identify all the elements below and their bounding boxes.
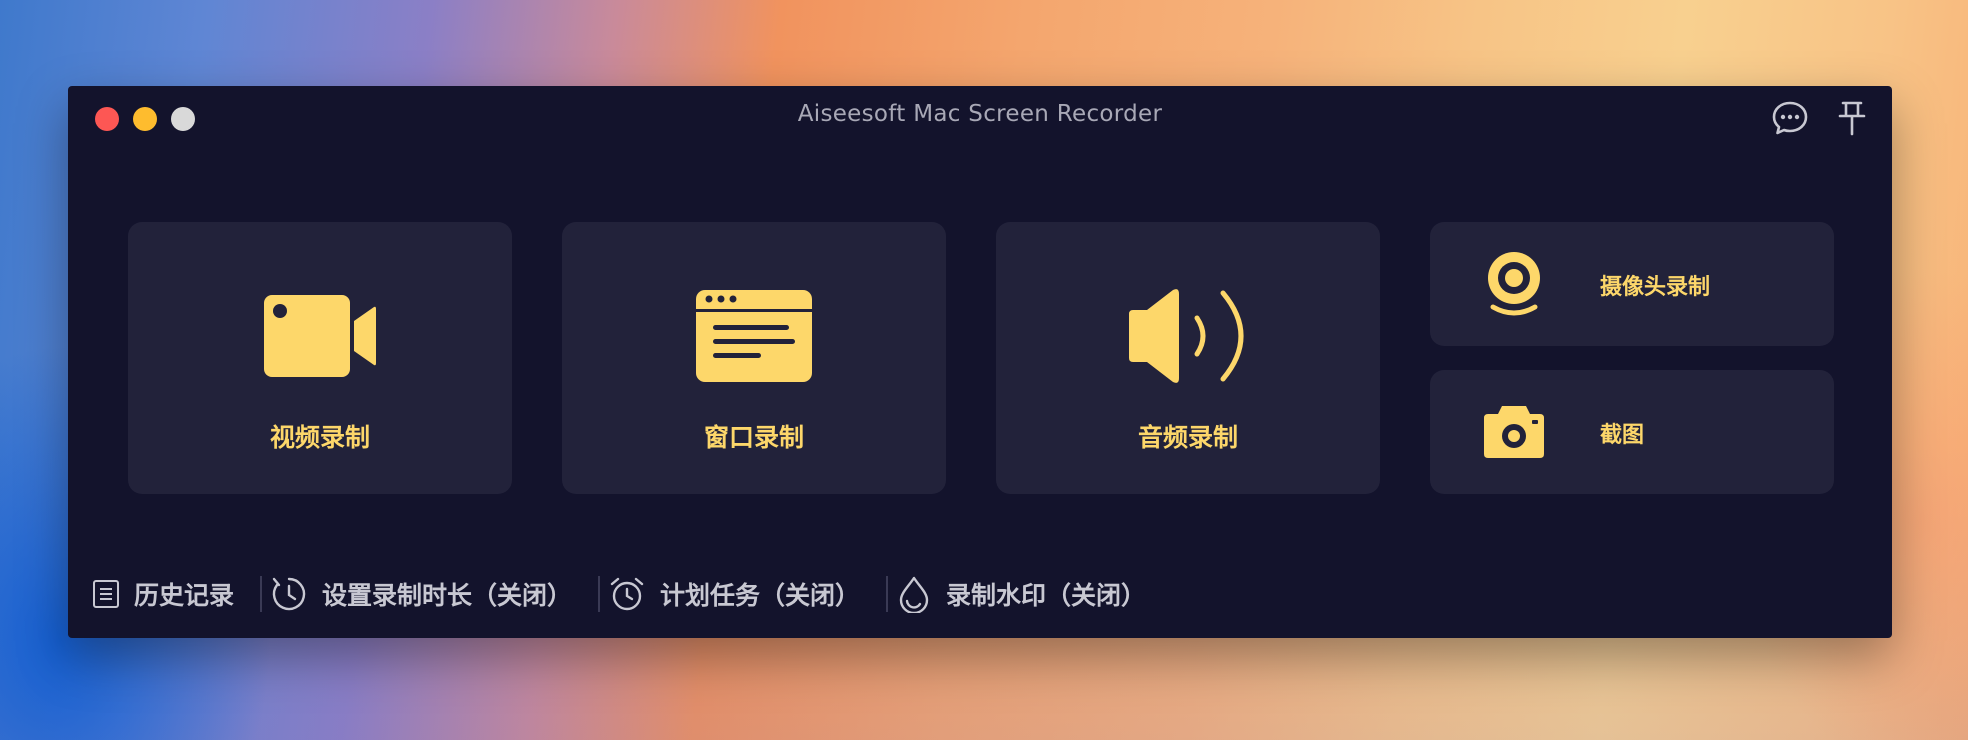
webcam-recorder-card[interactable]: 摄像头录制: [1430, 222, 1834, 346]
webcam-icon: [1480, 250, 1548, 318]
watermark-button[interactable]: 录制水印（关闭）: [896, 575, 1146, 613]
window-title: Aiseesoft Mac Screen Recorder: [797, 101, 1163, 127]
video-camera-icon: [128, 286, 512, 386]
record-length-label: 设置录制时长（关闭）: [322, 581, 573, 610]
app-window: Aiseesoft Mac Screen Recorder 视频录制 窗口录制 …: [68, 86, 1892, 638]
history-button[interactable]: 历史记录: [92, 576, 234, 612]
chat-bubble-icon[interactable]: [1770, 98, 1810, 138]
divider: [886, 576, 889, 612]
webcam-recorder-label: 摄像头录制: [1600, 275, 1711, 300]
video-recorder-card[interactable]: 视频录制: [128, 222, 512, 494]
alarm-clock-icon: [610, 577, 644, 611]
snapshot-label: 截图: [1600, 423, 1645, 448]
bottom-toolbar: 历史记录 设置录制时长（关闭） 计划任务（关闭） 录制水印（关闭）: [92, 572, 1146, 616]
audio-recorder-card[interactable]: 音频录制: [996, 222, 1380, 494]
droplet-icon: [899, 576, 929, 613]
divider: [260, 576, 263, 612]
schedule-label: 计划任务（关闭）: [660, 581, 861, 610]
window-recorder-card[interactable]: 窗口录制: [562, 222, 946, 494]
audio-recorder-label: 音频录制: [1137, 423, 1238, 452]
record-length-button[interactable]: 设置录制时长（关闭）: [270, 575, 572, 613]
timer-icon: [272, 577, 306, 611]
snapshot-card[interactable]: 截图: [1430, 370, 1834, 494]
camera-icon: [1480, 398, 1548, 466]
speaker-icon: [996, 286, 1380, 386]
history-label: 历史记录: [134, 581, 235, 610]
video-recorder-label: 视频录制: [269, 423, 370, 452]
browser-window-icon: [562, 286, 946, 386]
pin-icon[interactable]: [1832, 98, 1872, 138]
watermark-label: 录制水印（关闭）: [946, 581, 1147, 610]
schedule-button[interactable]: 计划任务（关闭）: [608, 575, 860, 613]
list-icon: [93, 580, 119, 608]
divider: [598, 576, 601, 612]
window-recorder-label: 窗口录制: [703, 423, 804, 452]
